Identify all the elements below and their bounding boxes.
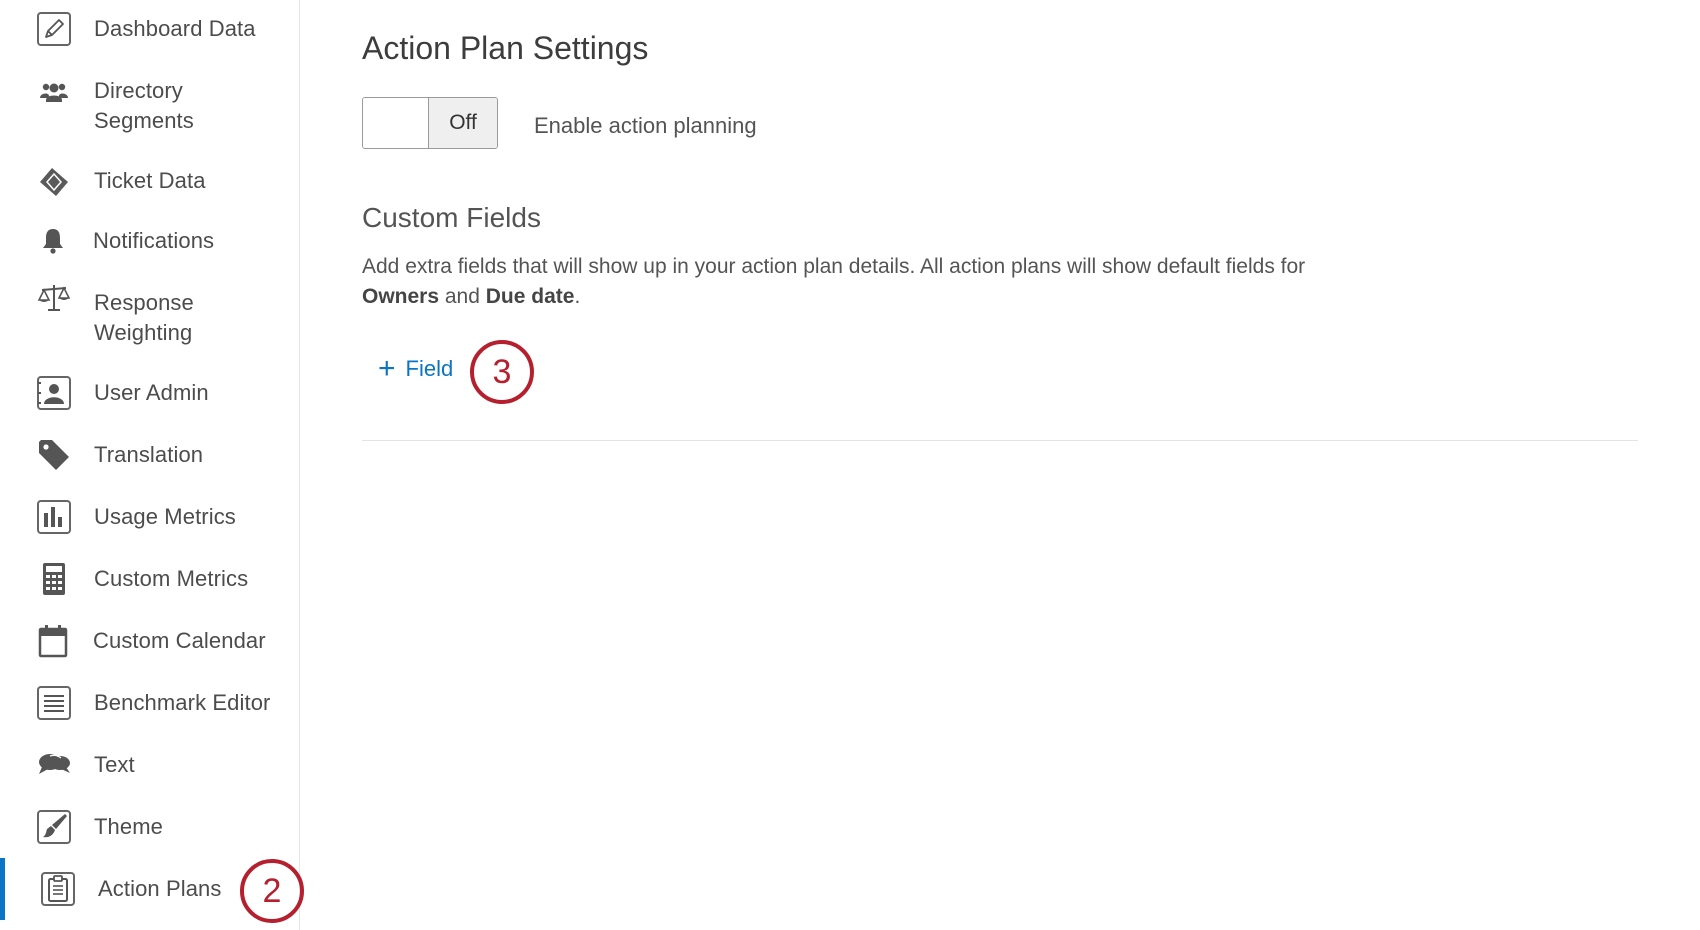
sidebar-item-label: User Admin <box>94 380 209 405</box>
calendar-icon <box>35 623 71 659</box>
sidebar-item-label: Ticket Data <box>94 168 206 193</box>
toggle-label: Enable action planning <box>534 113 757 138</box>
add-field-label: Field <box>405 356 454 381</box>
page-title: Action Plan Settings <box>362 30 649 66</box>
sidebar-item-label: Custom Calendar <box>93 628 266 653</box>
plus-icon: + <box>378 352 396 385</box>
toggle-knob <box>363 98 429 148</box>
sidebar-item-custom-calendar[interactable]: Custom Calendar <box>0 623 299 659</box>
sidebar-item-translation[interactable]: Translation <box>0 440 299 470</box>
sidebar-item-label: Text <box>94 752 135 777</box>
enable-action-planning-toggle[interactable]: Off <box>362 97 498 149</box>
sidebar-item-ticket-data[interactable]: Ticket Data <box>0 166 299 196</box>
tag-icon <box>36 437 72 473</box>
section-divider <box>362 440 1638 441</box>
step-3-callout: 3 <box>470 340 534 404</box>
toggle-state: Off <box>429 98 497 148</box>
sidebar-item-dashboard-data[interactable]: Dashboard Data <box>0 11 299 47</box>
sidebar-item-label: Benchmark Editor <box>94 690 271 715</box>
sidebar-item-label: Usage Metrics <box>94 504 236 529</box>
sidebar-item-benchmark-editor[interactable]: Benchmark Editor <box>0 685 299 721</box>
sidebar-item-text[interactable]: Text <box>0 750 299 780</box>
speech-bubbles-icon <box>36 746 72 782</box>
sidebar-item-label: Theme <box>94 814 163 839</box>
sidebar: Dashboard Data Directory Segments Ticket… <box>0 0 304 930</box>
scale-icon <box>36 280 72 316</box>
list-lines-icon <box>36 685 72 721</box>
bell-icon <box>35 223 71 259</box>
ticket-icon <box>36 164 72 200</box>
sidebar-item-notifications[interactable]: Notifications <box>0 226 299 256</box>
sidebar-item-label: Notifications <box>93 228 215 253</box>
due-date-text: Due date <box>485 285 575 308</box>
sidebar-item-custom-metrics[interactable]: Custom Metrics <box>0 561 299 597</box>
custom-fields-description: Add extra fields that will show up in yo… <box>362 252 1402 312</box>
sidebar-item-usage-metrics[interactable]: Usage Metrics <box>0 499 299 535</box>
sidebar-item-user-admin[interactable]: User Admin <box>0 375 299 411</box>
owners-text: Owners <box>362 285 440 308</box>
users-group-icon <box>36 76 72 112</box>
bar-chart-icon <box>36 499 72 535</box>
clipboard-icon <box>40 871 76 907</box>
period-text: . <box>574 285 581 308</box>
custom-fields-title: Custom Fields <box>362 202 541 233</box>
step-2-callout: 2 <box>240 859 304 923</box>
paintbrush-icon <box>36 809 72 845</box>
sidebar-item-directory-segments[interactable]: Directory Segments <box>0 76 299 136</box>
user-card-icon <box>36 375 72 411</box>
sidebar-item-label: Directory Segments <box>94 78 194 133</box>
sidebar-item-label: Response Weighting <box>94 290 194 345</box>
sidebar-item-label: Translation <box>94 442 204 467</box>
sidebar-item-theme[interactable]: Theme <box>0 809 299 845</box>
description-text: Add extra fields that will show up in yo… <box>362 255 1306 278</box>
and-text: and <box>444 285 480 308</box>
sidebar-item-label: Dashboard Data <box>94 16 256 41</box>
sidebar-item-label: Action Plans <box>98 876 222 901</box>
sidebar-item-response-weighting[interactable]: Response Weighting <box>0 285 299 348</box>
calculator-icon <box>36 561 72 597</box>
pencil-edit-icon <box>36 11 72 47</box>
sidebar-item-label: Custom Metrics <box>94 566 249 591</box>
add-field-button[interactable]: + Field <box>378 354 453 384</box>
